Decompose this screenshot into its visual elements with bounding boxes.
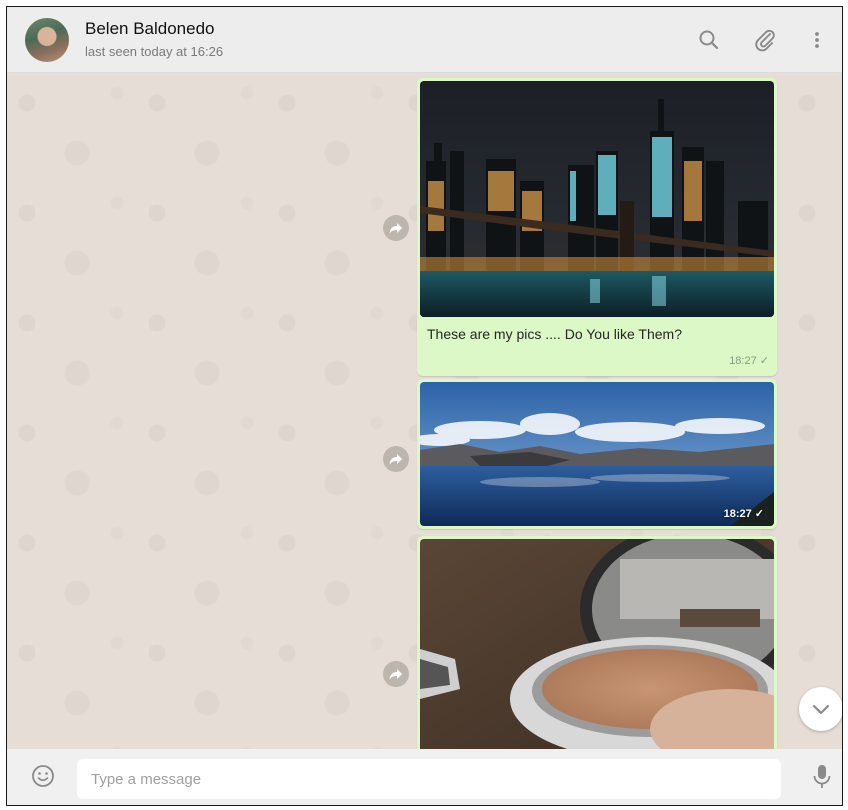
message-timestamp: 18:27 ✓: [729, 355, 769, 367]
microphone-icon[interactable]: [809, 762, 835, 792]
outgoing-message[interactable]: [417, 536, 777, 749]
forward-icon[interactable]: [383, 661, 409, 687]
scroll-to-bottom-button[interactable]: [799, 687, 842, 731]
message-input[interactable]: [77, 759, 781, 799]
attach-icon[interactable]: [751, 26, 779, 54]
message-timestamp: 18:27 ✓: [723, 508, 764, 520]
city-skyline-night-photo[interactable]: [420, 81, 774, 317]
message-composer: [7, 749, 842, 805]
outgoing-message[interactable]: 18:27 ✓: [417, 379, 777, 529]
contact-avatar[interactable]: [25, 18, 69, 62]
forward-icon[interactable]: [383, 446, 409, 472]
message-list[interactable]: These are my pics .... Do You like Them?…: [7, 73, 842, 749]
outgoing-message[interactable]: These are my pics .... Do You like Them?…: [417, 78, 777, 376]
lake-landscape-photo[interactable]: 18:27 ✓: [420, 382, 774, 526]
contact-name[interactable]: Belen Baldonedo: [85, 19, 215, 39]
chat-header: Belen Baldonedo last seen today at 16:26: [7, 7, 842, 73]
chat-window: Belen Baldonedo last seen today at 16:26: [6, 6, 843, 806]
menu-icon[interactable]: [803, 26, 831, 54]
search-icon[interactable]: [695, 26, 723, 54]
message-caption: These are my pics .... Do You like Them?: [427, 326, 682, 342]
makeup-compact-photo[interactable]: [420, 539, 774, 749]
emoji-icon[interactable]: [29, 762, 57, 790]
forward-icon[interactable]: [383, 215, 409, 241]
last-seen-status: last seen today at 16:26: [85, 44, 224, 59]
